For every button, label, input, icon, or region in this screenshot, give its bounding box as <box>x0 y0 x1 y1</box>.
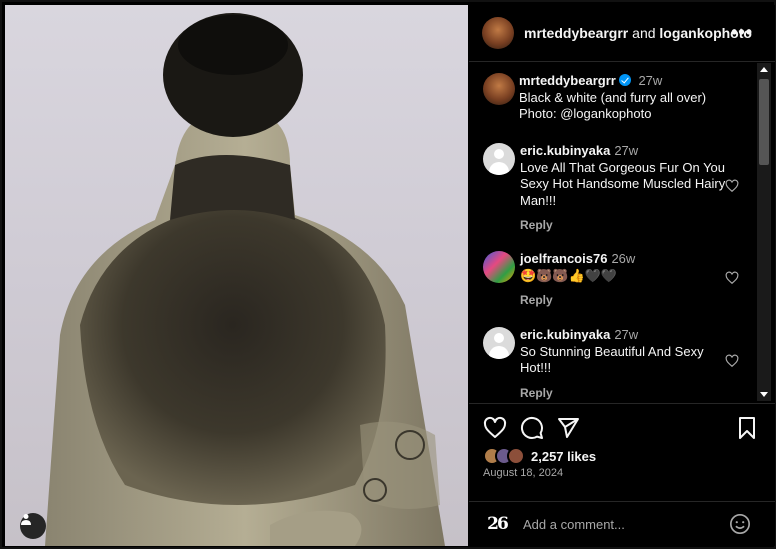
post-side-panel: mrteddybeargrr and logankophoto ••• mrte… <box>469 5 775 546</box>
liker-avatar <box>507 447 525 465</box>
comment-like-heart-icon[interactable] <box>725 179 739 193</box>
caption-text-line-1: Black & white (and furry all over) <box>519 89 707 105</box>
reply-button[interactable]: Reply <box>520 292 730 309</box>
caption-text-line-2: Photo: @logankophoto <box>519 106 652 121</box>
comment-text: 🤩🐻🐻👍🖤🖤 <box>520 267 618 283</box>
caption: mrteddybeargrr 27w Black & white (and fu… <box>483 73 743 123</box>
add-comment-row: 26 <box>469 501 775 546</box>
comment-time[interactable]: 27w <box>614 327 638 342</box>
post-actions: 2,257 likes August 18, 2024 <box>469 403 775 479</box>
send-icon[interactable] <box>556 416 580 440</box>
comment-item: eric.kubinyaka 27w So Stunning Beautiful … <box>483 327 743 401</box>
caption-username[interactable]: mrteddybeargrr <box>519 73 616 88</box>
post-header: mrteddybeargrr and logankophoto ••• <box>469 5 775 62</box>
comment-item: joelfrancois76 26w 🤩🐻🐻👍🖤🖤 Reply <box>483 251 743 309</box>
bookmark-icon[interactable] <box>735 416 759 440</box>
post-modal: mrteddybeargrr and logankophoto ••• mrte… <box>0 0 776 549</box>
scroll-down-arrow-icon[interactable] <box>760 392 768 397</box>
current-user-avatar: 26 <box>487 514 509 534</box>
add-comment-input[interactable] <box>523 516 713 532</box>
comment-username[interactable]: eric.kubinyaka <box>520 327 610 342</box>
action-bar <box>483 416 763 442</box>
emoji-icon[interactable] <box>729 513 751 535</box>
post-photo[interactable] <box>5 5 468 546</box>
comment-icon[interactable] <box>520 416 544 440</box>
reply-button[interactable]: Reply <box>520 217 730 234</box>
likes-summary[interactable]: 2,257 likes <box>483 447 596 465</box>
commenter-avatar[interactable] <box>483 251 515 283</box>
author-username[interactable]: mrteddybeargrr <box>524 25 628 41</box>
comment-username[interactable]: joelfrancois76 <box>520 251 607 266</box>
comment-item: eric.kubinyaka 27w Love All That Gorgeous… <box>483 143 743 234</box>
caption-time[interactable]: 27w <box>638 73 662 88</box>
collab-joiner: and <box>632 25 656 41</box>
comment-like-heart-icon[interactable] <box>725 354 739 368</box>
user-tag-icon[interactable] <box>20 513 46 539</box>
scroll-up-arrow-icon[interactable] <box>760 67 768 72</box>
scrollbar-thumb[interactable] <box>759 79 769 165</box>
likes-count[interactable]: 2,257 likes <box>531 449 596 464</box>
verified-badge-icon <box>618 74 631 86</box>
comment-time[interactable]: 26w <box>611 251 635 266</box>
comment-like-heart-icon[interactable] <box>725 271 739 285</box>
author-avatar[interactable] <box>482 17 514 49</box>
commenter-avatar[interactable] <box>483 143 515 175</box>
author-avatar[interactable] <box>483 73 515 105</box>
photo-illustration <box>45 13 445 546</box>
reply-button[interactable]: Reply <box>520 385 730 402</box>
commenter-avatar[interactable] <box>483 327 515 359</box>
comment-username[interactable]: eric.kubinyaka <box>520 143 610 158</box>
post-date[interactable]: August 18, 2024 <box>483 467 563 479</box>
comment-text: Love All That Gorgeous Fur On You Sexy H… <box>520 159 726 208</box>
heart-icon[interactable] <box>483 416 507 440</box>
author-line: mrteddybeargrr and logankophoto <box>524 25 752 41</box>
comments-list[interactable]: mrteddybeargrr 27w Black & white (and fu… <box>469 63 775 403</box>
more-horizontal-icon[interactable]: ••• <box>731 23 753 41</box>
comments-scrollbar[interactable] <box>757 63 771 401</box>
comment-time[interactable]: 27w <box>614 143 638 158</box>
comment-text: So Stunning Beautiful And Sexy Hot!!! <box>520 343 704 376</box>
